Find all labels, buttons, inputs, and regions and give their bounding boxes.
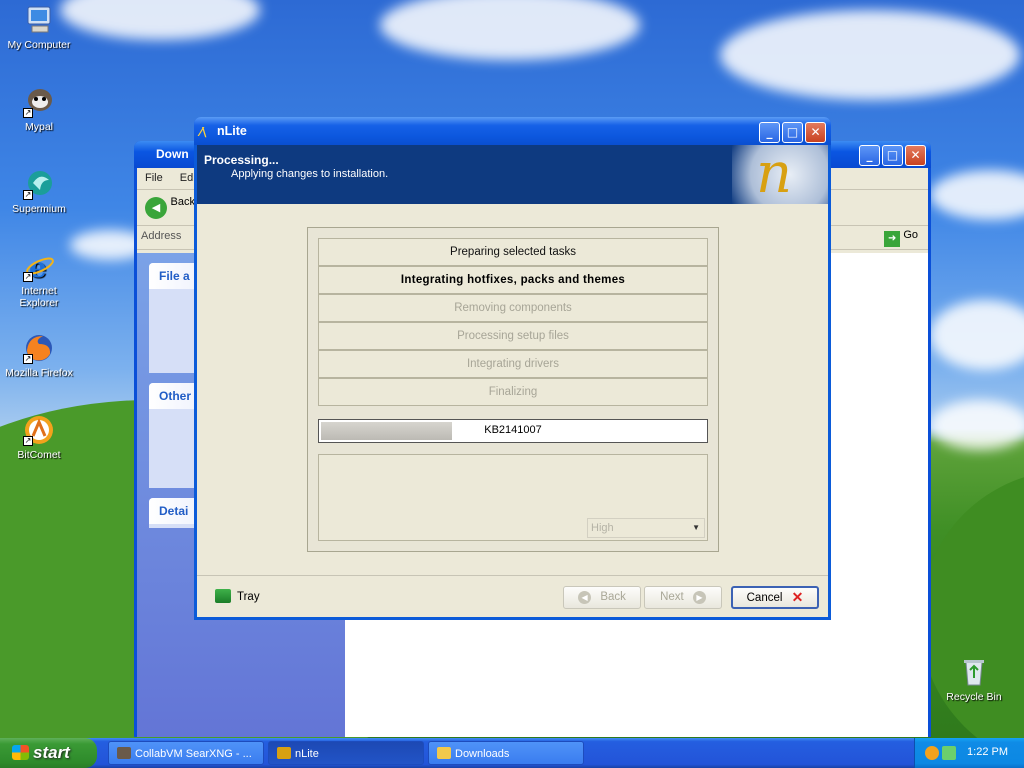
- address-label: Address: [141, 230, 182, 242]
- taskbar-item-collabvm[interactable]: CollabVM SearXNG - ...: [108, 741, 264, 765]
- nlite-minimize-button[interactable]: _: [759, 122, 780, 143]
- nlite-client-area: Processing... Applying changes to instal…: [197, 145, 828, 617]
- taskbar-item-downloads[interactable]: Downloads: [428, 741, 584, 765]
- cloud: [930, 300, 1024, 370]
- desktop-icon-label: Supermium: [12, 203, 66, 215]
- desktop: My Computer ↗ Mypal ↗ Supermium e ↗ Inte…: [0, 0, 1024, 738]
- nlite-footer: Tray ◀ Back Next ▶ Cancel ✕: [197, 575, 828, 617]
- cloud: [60, 0, 260, 40]
- cancel-button[interactable]: Cancel ✕: [731, 586, 819, 609]
- taskbar-item-nlite[interactable]: nLite: [268, 741, 424, 765]
- desktop-icon-label: Internet Explorer: [19, 285, 59, 309]
- nlite-window[interactable]: ⁄\ nLite _ □ ✕ Processing... Applying ch…: [194, 117, 831, 620]
- next-arrow-icon: ▶: [692, 591, 706, 604]
- taskbar: start CollabVM SearXNG - ... nLite Downl…: [0, 738, 1024, 768]
- system-tray: 1:22 PM: [914, 738, 1024, 768]
- task-preparing: Preparing selected tasks: [318, 238, 708, 266]
- desktop-icon-label: My Computer: [7, 39, 71, 51]
- desktop-icon-recycle-bin[interactable]: Recycle Bin: [936, 656, 1012, 703]
- progress-label: KB2141007: [484, 424, 542, 436]
- my-computer-icon: [23, 4, 55, 36]
- mypal-icon: [117, 747, 131, 759]
- desktop-icon-bitcomet[interactable]: ↗ BitComet: [1, 414, 77, 461]
- nlite-maximize-button[interactable]: □: [782, 122, 803, 143]
- nlite-logo-icon: ⁄\: [200, 125, 207, 139]
- clock[interactable]: 1:22 PM: [967, 746, 1008, 758]
- explorer-title: Down: [156, 147, 189, 161]
- windows-logo-icon: [12, 745, 29, 760]
- nlite-close-button[interactable]: ✕: [805, 122, 826, 143]
- menu-file[interactable]: File: [145, 172, 163, 184]
- cloud: [930, 170, 1024, 220]
- desktop-icon-label: Mozilla Firefox: [5, 367, 73, 379]
- nlite-title: nLite: [217, 124, 247, 138]
- desktop-icon-my-computer[interactable]: My Computer: [1, 4, 77, 51]
- back-arrow-icon: ◀: [578, 591, 592, 604]
- recycle-bin-icon: [958, 656, 990, 688]
- task-integrating-drivers: Integrating drivers: [318, 350, 708, 378]
- header-subtitle: Applying changes to installation.: [231, 168, 389, 180]
- task-removing-components: Removing components: [318, 294, 708, 322]
- desktop-icon-label: Mypal: [24, 121, 53, 133]
- desktop-icon-label: BitComet: [17, 449, 61, 461]
- cloud: [930, 400, 1024, 450]
- supermium-icon: ↗: [23, 168, 55, 200]
- desktop-icon-mypal[interactable]: ↗ Mypal: [1, 86, 77, 133]
- cloud: [380, 0, 640, 60]
- priority-select[interactable]: High ▼: [587, 518, 705, 538]
- start-button[interactable]: start: [0, 738, 97, 768]
- task-finalizing: Finalizing: [318, 378, 708, 406]
- explorer-close-button[interactable]: ✕: [905, 145, 926, 166]
- desktop-icon-internet-explorer[interactable]: e ↗ Internet Explorer: [1, 250, 77, 309]
- nlite-title-bar[interactable]: ⁄\ nLite _ □ ✕: [194, 117, 831, 145]
- log-box: High ▼: [318, 454, 708, 541]
- next-button[interactable]: Next ▶: [644, 586, 722, 609]
- explorer-back-button[interactable]: Back: [171, 196, 195, 208]
- close-icon: ✕: [791, 589, 804, 605]
- internet-explorer-icon: e ↗: [23, 250, 55, 284]
- mypal-icon: ↗: [23, 86, 55, 118]
- nlite-logo-icon: [277, 747, 291, 759]
- tray-button[interactable]: Tray: [215, 589, 260, 603]
- progress-bar: KB2141007: [318, 419, 708, 443]
- desktop-icon-mozilla-firefox[interactable]: ↗ Mozilla Firefox: [1, 332, 77, 379]
- explorer-go-button[interactable]: ➜ Go: [884, 229, 918, 247]
- nlite-content: Preparing selected tasks Integrating hot…: [197, 204, 828, 576]
- bitcomet-icon: ↗: [23, 414, 55, 446]
- firefox-icon: ↗: [23, 332, 55, 364]
- explorer-minimize-button[interactable]: _: [859, 145, 880, 166]
- bitcomet-tray-icon[interactable]: [925, 746, 939, 760]
- explorer-maximize-button[interactable]: □: [882, 145, 903, 166]
- desktop-icon-supermium[interactable]: ↗ Supermium: [1, 168, 77, 215]
- processing-panel: Preparing selected tasks Integrating hot…: [307, 227, 719, 552]
- back-button[interactable]: ◀ Back: [563, 586, 641, 609]
- network-tray-icon[interactable]: [942, 746, 956, 760]
- task-processing-setup-files: Processing setup files: [318, 322, 708, 350]
- folder-icon: [437, 747, 451, 759]
- back-arrow-icon[interactable]: ◀: [145, 197, 167, 219]
- chevron-down-icon: ▼: [692, 523, 700, 532]
- task-integrating-hotfixes: Integrating hotfixes, packs and themes: [318, 266, 708, 294]
- nlite-header: Processing... Applying changes to instal…: [197, 145, 828, 204]
- nlite-banner-logo-icon: n: [732, 145, 828, 204]
- cloud: [720, 10, 1020, 100]
- desktop-icon-label: Recycle Bin: [946, 691, 1002, 703]
- header-title: Processing...: [204, 153, 279, 167]
- go-arrow-icon: ➜: [884, 231, 901, 247]
- tray-icon: [215, 589, 231, 603]
